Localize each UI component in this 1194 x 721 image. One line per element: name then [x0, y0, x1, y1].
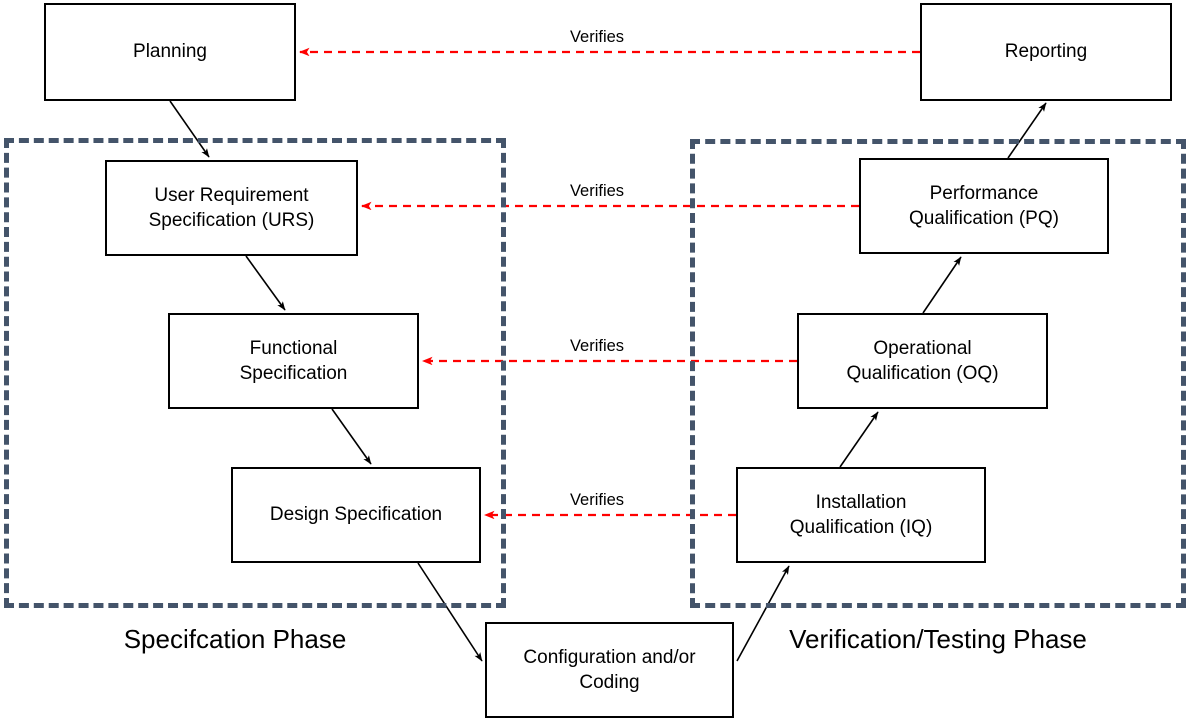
node-label-reporting: Reporting	[1004, 41, 1088, 63]
node-functional[interactable]: Functional Specification	[168, 313, 419, 409]
node-label-urs: User Requirement Specification (URS)	[148, 184, 315, 231]
node-label-planning: Planning	[133, 41, 207, 63]
node-label-design: Design Specification	[269, 504, 443, 526]
edge-label-pq-to-urs: Verifies	[569, 182, 625, 200]
node-label-pq: Performance Qualification (PQ)	[909, 182, 1059, 229]
diagram-canvas: Planning Reporting User Requirement Specifi…	[0, 0, 1194, 721]
node-label-configuration: Configuration and/or Coding	[523, 646, 696, 693]
phase-label-verification: Verification/Testing Phase	[789, 624, 1087, 654]
phase-label-specification: Specifcation Phase	[123, 624, 347, 654]
node-reporting[interactable]: Reporting	[920, 3, 1172, 101]
node-urs[interactable]: User Requirement Specification (URS)	[105, 160, 358, 256]
node-iq[interactable]: Installation Qualification (IQ)	[736, 467, 986, 563]
node-label-functional: Functional Specification	[239, 337, 348, 384]
node-oq[interactable]: Operational Qualification (OQ)	[797, 313, 1048, 409]
edge-label-oq-to-functional: Verifies	[569, 337, 625, 355]
edge-label-reporting-to-planning: Verifies	[569, 28, 625, 46]
node-pq[interactable]: Performance Qualification (PQ)	[859, 158, 1109, 254]
edge-label-iq-to-design: Verifies	[569, 491, 625, 509]
node-design[interactable]: Design Specification	[231, 467, 481, 563]
node-planning[interactable]: Planning	[44, 3, 296, 101]
node-configuration[interactable]: Configuration and/or Coding	[485, 622, 734, 718]
node-label-oq: Operational Qualification (OQ)	[846, 337, 999, 384]
node-label-iq: Installation Qualification (IQ)	[789, 491, 933, 538]
